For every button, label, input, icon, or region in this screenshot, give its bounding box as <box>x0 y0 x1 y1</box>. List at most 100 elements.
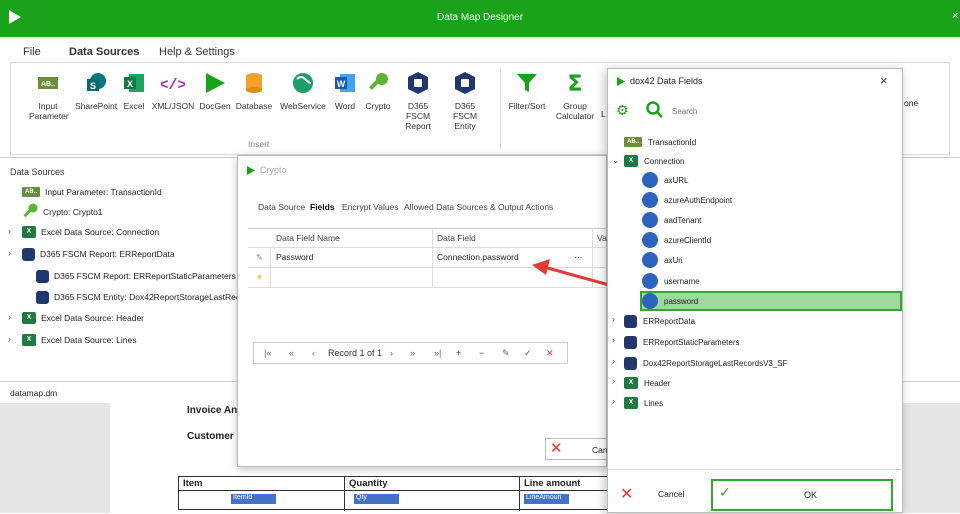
menu-file[interactable]: File <box>23 46 41 58</box>
field-azureclientid[interactable]: azureClientId <box>642 231 711 249</box>
crypto-dialog: Crypto Data Source Fields Encrypt Values… <box>237 155 615 467</box>
chevron-right-icon[interactable]: › <box>8 248 11 258</box>
d365-report-icon <box>406 71 430 95</box>
search-icon[interactable] <box>646 101 664 119</box>
data-source-item[interactable]: D365 FSCM Report: ERReportStaticParamete… <box>36 268 236 284</box>
menu-help-settings[interactable]: Help & Settings <box>159 46 235 58</box>
ribbon-docgen-button[interactable]: DocGen <box>198 63 232 111</box>
ok-button[interactable]: ✓ OK <box>711 479 893 511</box>
tab-allowed-data-sources[interactable]: Allowed Data Sources & Output Actions <box>404 202 553 212</box>
prev-record-icon[interactable]: ‹ <box>312 348 315 358</box>
record-pager: |« « ‹ Record 1 of 1 › » »| + − ✎ ✓ ✕ <box>253 342 568 364</box>
field-aadtenant[interactable]: aadTenant <box>642 211 701 229</box>
data-source-item[interactable]: D365 FSCM Report: ERReportData <box>22 246 175 262</box>
ribbon-filter-sort-button[interactable]: Filter/Sort <box>506 63 548 111</box>
prev-page-icon[interactable]: « <box>289 348 294 358</box>
data-source-label: D365 FSCM Entity: Dox42ReportStorageLast… <box>54 292 257 302</box>
chevron-right-icon[interactable]: › <box>612 396 615 406</box>
search-input[interactable] <box>672 104 882 118</box>
cancel-button[interactable]: ✕ Cancel <box>616 479 706 511</box>
add-record-icon[interactable]: + <box>456 348 461 358</box>
confirm-record-icon[interactable]: ✓ <box>524 348 532 359</box>
tree-item-dox42reportstorage[interactable]: Dox42ReportStorageLastRecordsV3_SF <box>624 354 788 372</box>
ribbon-d365-report-button[interactable]: D365 FSCM Report <box>396 63 440 131</box>
chevron-down-icon[interactable]: ⌄ <box>612 155 620 166</box>
data-source-item[interactable]: AB.. Input Parameter: TransactionId <box>22 184 162 200</box>
edit-record-icon[interactable]: ✎ <box>502 348 510 359</box>
row-name-cell[interactable]: Password <box>276 248 313 266</box>
chevron-right-icon[interactable]: › <box>612 335 615 345</box>
field-username[interactable]: username <box>642 272 700 290</box>
field-axuri[interactable]: axUri <box>642 251 683 269</box>
word-icon: W <box>333 71 357 95</box>
next-page-icon[interactable]: » <box>410 348 415 358</box>
last-record-icon[interactable]: »| <box>434 348 441 358</box>
data-source-item[interactable]: D365 FSCM Entity: Dox42ReportStorageLast… <box>36 289 257 305</box>
gear-icon[interactable]: ⚙ <box>616 102 629 119</box>
col-data-field-name: Data Field Name <box>276 233 340 243</box>
tree-item-erreportstaticparameters[interactable]: ERReportStaticParameters <box>624 333 739 351</box>
key-icon <box>366 71 390 95</box>
chevron-right-icon[interactable]: › <box>8 226 11 236</box>
chevron-right-icon[interactable]: › <box>612 356 615 366</box>
close-icon[interactable]: × <box>880 73 888 88</box>
new-row-icon[interactable]: ✳ <box>256 268 263 286</box>
tree-item-connection[interactable]: X Connection <box>624 152 684 170</box>
ribbon-d365-entity-button[interactable]: D365 FSCM Entity <box>443 63 487 131</box>
data-sources-header: Data Sources <box>10 167 65 177</box>
cancel-edit-icon[interactable]: ✕ <box>546 348 554 359</box>
cancel-button[interactable]: ✕ Can <box>545 438 615 460</box>
tab-fields[interactable]: Fields <box>310 202 335 212</box>
tree-item-transaction[interactable]: AB.. TransactionId <box>624 133 696 151</box>
chevron-right-icon[interactable]: › <box>612 314 615 324</box>
chevron-right-icon[interactable]: › <box>8 334 11 344</box>
data-source-label: Crypto: Crypto1 <box>43 207 103 217</box>
ribbon-input-parameter-button[interactable]: AB.. Input Parameter <box>29 63 69 121</box>
menu-data-sources[interactable]: Data Sources <box>69 46 139 58</box>
chevron-right-icon[interactable]: › <box>612 376 615 386</box>
database-icon <box>242 71 266 95</box>
row-field-cell[interactable]: Connection.password <box>437 248 519 266</box>
data-source-item[interactable]: X Excel Data Source: Header <box>22 310 144 326</box>
first-record-icon[interactable]: |« <box>264 348 271 358</box>
tree-item-header[interactable]: X Header <box>624 374 670 392</box>
chevron-right-icon[interactable]: › <box>8 312 11 322</box>
delete-record-icon[interactable]: − <box>479 348 484 358</box>
col-value: Va <box>597 233 607 243</box>
ribbon-excel-button[interactable]: X Excel <box>121 63 147 111</box>
input-parameter-icon: AB.. <box>624 137 642 147</box>
ribbon-word-button[interactable]: W Word <box>332 63 358 111</box>
tab-data-source[interactable]: Data Source <box>258 202 305 212</box>
ribbon-label: SharePoint <box>75 101 118 111</box>
field-azureauthendpoint[interactable]: azureAuthEndpoint <box>642 191 732 209</box>
menu-bar: File Data Sources Help & Settings <box>0 37 960 64</box>
ribbon-database-button[interactable]: Database <box>234 63 274 111</box>
tree-item-erreportdata[interactable]: ERReportData <box>624 312 695 330</box>
doc-col-quantity: Quantity <box>349 478 388 489</box>
tree-label: Lines <box>644 398 664 408</box>
field-password[interactable]: password <box>642 292 698 310</box>
field-axurl[interactable]: axURL <box>642 171 688 189</box>
filter-icon <box>515 71 539 95</box>
ribbon-crypto-button[interactable]: Crypto <box>363 63 393 111</box>
ribbon-sharepoint-button[interactable]: S SharePoint <box>75 63 117 111</box>
ribbon-webservice-button[interactable]: WebService <box>279 63 327 111</box>
ribbon-group-calculator-button[interactable]: Σ Group Calculator <box>553 63 597 121</box>
doc-field-lineamount[interactable]: LineAmoun <box>524 494 569 504</box>
tab-encrypt-values[interactable]: Encrypt Values <box>342 202 399 212</box>
tree-item-lines[interactable]: X Lines <box>624 394 663 412</box>
field-icon <box>642 192 658 208</box>
svg-text:S: S <box>90 81 96 91</box>
cancel-label: Cancel <box>658 489 685 499</box>
tree-label: aadTenant <box>664 215 702 225</box>
doc-field-itemid[interactable]: ItemId <box>231 494 276 504</box>
close-window-icon[interactable]: × <box>952 10 958 22</box>
d365-entity-icon <box>453 71 477 95</box>
data-source-item[interactable]: X Excel Data Source: Lines <box>22 332 136 348</box>
next-record-icon[interactable]: › <box>390 348 393 358</box>
doc-invoice-heading: Invoice An <box>187 405 238 416</box>
ribbon-xml-json-button[interactable]: </> XML/JSON <box>151 63 195 111</box>
data-source-item[interactable]: X Excel Data Source: Connection <box>22 224 159 240</box>
doc-field-qty[interactable]: Qty <box>354 494 399 504</box>
data-source-item[interactable]: Crypto: Crypto1 <box>22 203 103 220</box>
